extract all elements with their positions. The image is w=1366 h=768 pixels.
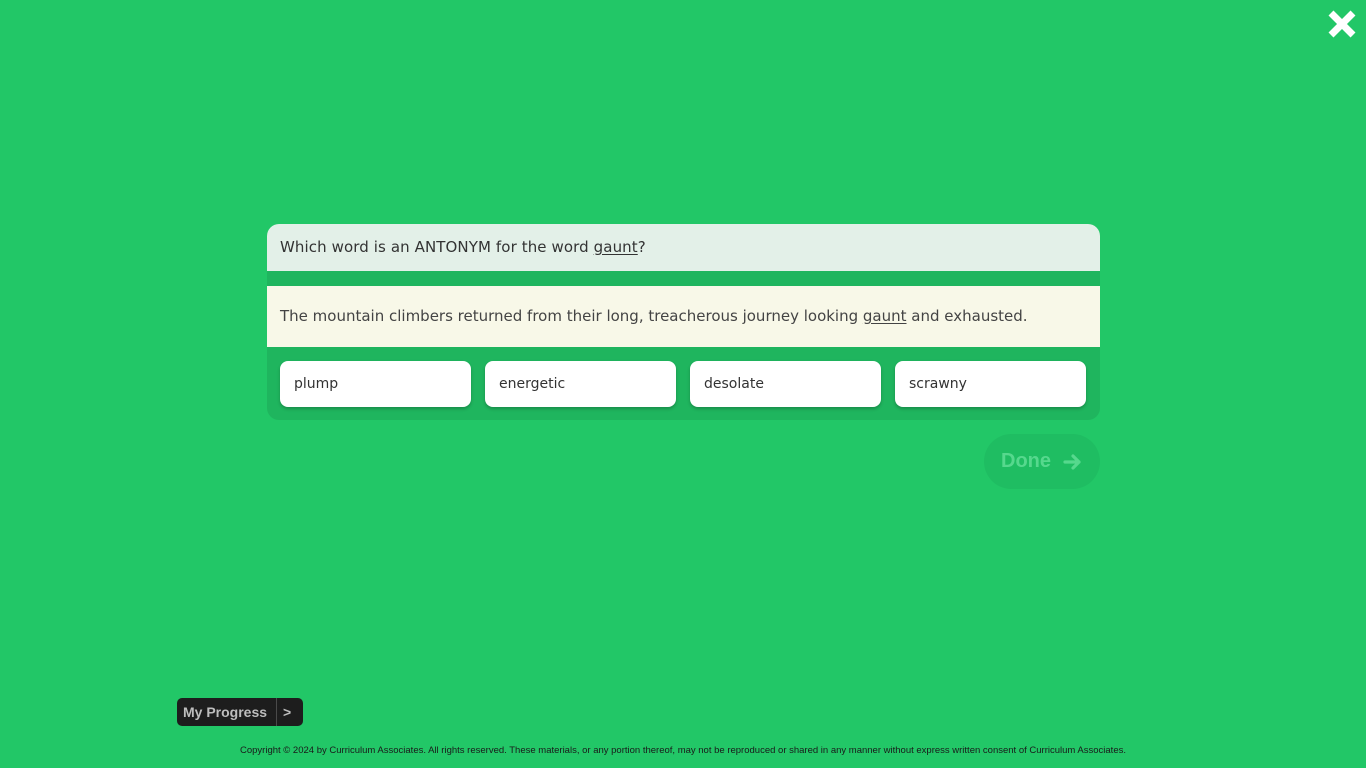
question-card: Which word is an ANTONYM for the word ga… (267, 224, 1100, 420)
passage-target-word: gaunt (862, 307, 907, 325)
question-suffix: ? (637, 238, 646, 256)
passage-sentence: The mountain climbers returned from thei… (267, 286, 1100, 347)
my-progress-label: My Progress (183, 704, 268, 720)
question-prompt: Which word is an ANTONYM for the word ga… (267, 224, 1100, 271)
arrow-right-icon (1063, 454, 1081, 470)
question-prefix: Which word is an ANTONYM for the word (280, 238, 594, 256)
my-progress-button[interactable]: My Progress > (177, 698, 303, 726)
progress-divider (276, 698, 277, 726)
close-x-icon (1328, 10, 1356, 38)
choice-desolate[interactable]: desolate (690, 361, 881, 407)
done-label: Done (1001, 450, 1051, 472)
passage-before: The mountain climbers returned from thei… (280, 307, 863, 325)
chevron-right-icon: > (283, 704, 292, 720)
choice-energetic[interactable]: energetic (485, 361, 676, 407)
choice-scrawny[interactable]: scrawny (895, 361, 1086, 407)
close-button[interactable] (1326, 8, 1358, 40)
done-button[interactable]: Done (984, 434, 1100, 489)
choice-plump[interactable]: plump (280, 361, 471, 407)
copyright-notice: Copyright © 2024 by Curriculum Associate… (240, 745, 1126, 756)
question-target-word: gaunt (593, 238, 638, 256)
passage-after: and exhausted. (906, 307, 1028, 325)
